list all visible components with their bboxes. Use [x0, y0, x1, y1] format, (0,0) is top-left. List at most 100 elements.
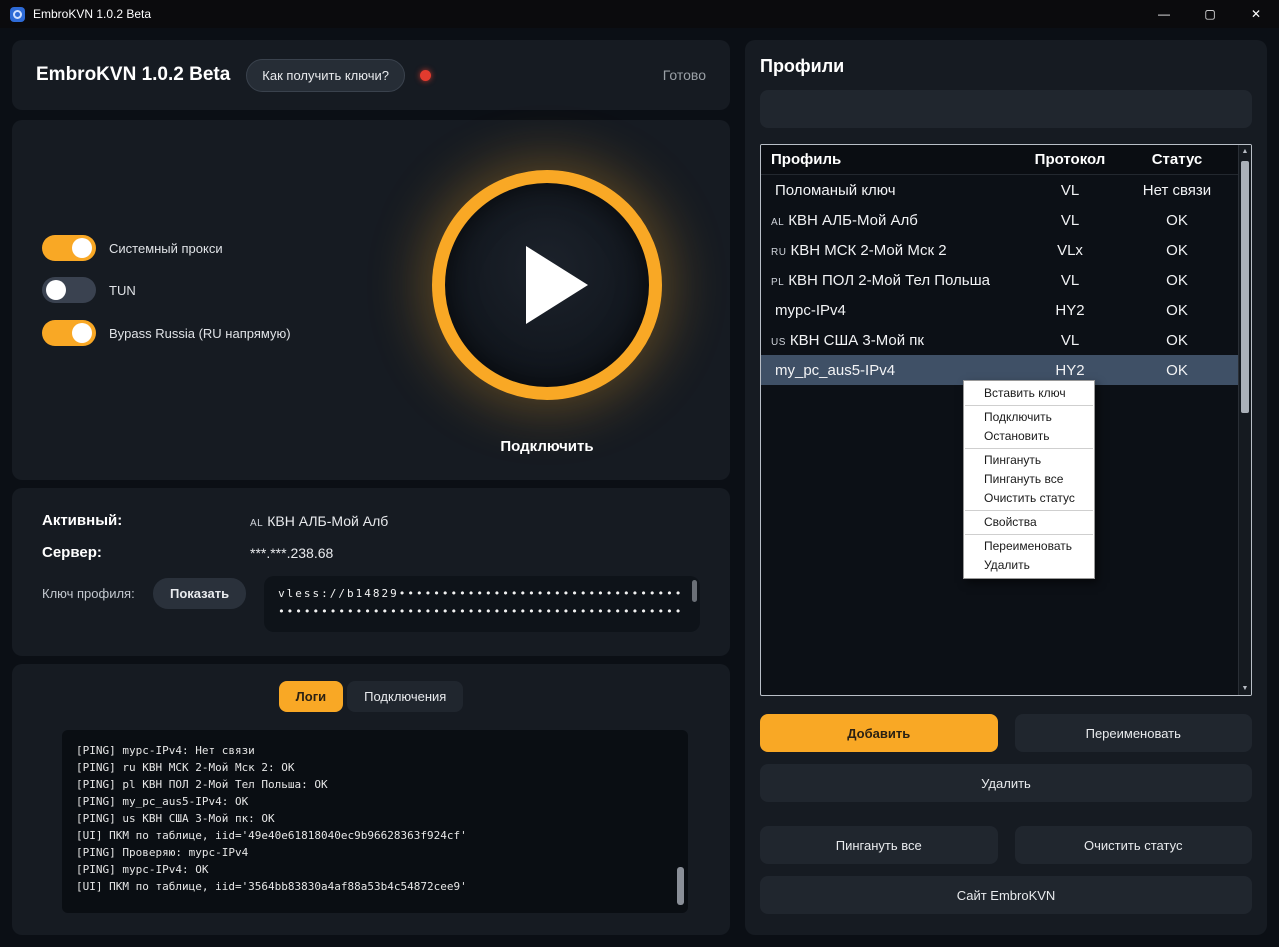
tun-label: TUN: [109, 283, 136, 298]
tab-connections[interactable]: Подключения: [347, 681, 463, 712]
toggle-knob: [46, 280, 66, 300]
site-button[interactable]: Сайт EmbroKVN: [760, 876, 1252, 914]
delete-button[interactable]: Удалить: [760, 764, 1252, 802]
bypass-russia-toggle[interactable]: [42, 320, 96, 346]
minimize-button[interactable]: —: [1141, 0, 1187, 28]
menu-separator: [965, 534, 1093, 535]
window-title: EmbroKVN 1.0.2 Beta: [33, 7, 151, 21]
log-line: [PING] mypc-IPv4: Нет связи: [76, 742, 670, 759]
header-status: Статус: [1116, 151, 1238, 168]
menu-item-rename[interactable]: Переименовать: [964, 537, 1094, 556]
profile-protocol: VL: [1024, 272, 1116, 289]
menu-item-stop[interactable]: Остановить: [964, 427, 1094, 446]
scroll-up-icon[interactable]: ▲: [1239, 148, 1251, 155]
menu-separator: [965, 448, 1093, 449]
log-line: [UI] ПКМ по таблице, iid='3564bb83830a4a…: [76, 878, 670, 895]
menu-item-clear-status[interactable]: Очистить статус: [964, 489, 1094, 508]
table-row[interactable]: mypc-IPv4 HY2 OK: [761, 295, 1251, 325]
table-row[interactable]: ALКВН АЛБ-Мой Алб VL OK: [761, 205, 1251, 235]
profile-name: КВН МСК 2-Мой Мск 2: [790, 242, 946, 259]
logs-panel: Логи Подключения [PING] mypc-IPv4: Нет с…: [12, 664, 730, 935]
profile-protocol: VLx: [1024, 242, 1116, 259]
toggle-row-tun: TUN: [42, 277, 136, 303]
system-proxy-toggle[interactable]: [42, 235, 96, 261]
profile-status: OK: [1116, 242, 1238, 259]
titlebar: EmbroKVN 1.0.2 Beta — ▢ ✕: [0, 0, 1279, 28]
status-dot-icon: [420, 70, 431, 81]
menu-separator: [965, 510, 1093, 511]
menu-item-delete[interactable]: Удалить: [964, 556, 1094, 575]
close-button[interactable]: ✕: [1233, 0, 1279, 28]
menu-item-connect[interactable]: Подключить: [964, 408, 1094, 427]
profile-protocol: VL: [1024, 332, 1116, 349]
toggle-row-system-proxy: Системный прокси: [42, 235, 223, 261]
server-label: Сервер:: [42, 544, 250, 561]
profile-key-box[interactable]: vless://b14829••••••••••••••••••••••••••…: [264, 576, 700, 632]
profile-name: КВН АЛБ-Мой Алб: [788, 212, 918, 229]
toggle-row-bypass-russia: Bypass Russia (RU напрямую): [42, 320, 291, 346]
profiles-title: Профили: [760, 56, 1252, 77]
left-column: EmbroKVN 1.0.2 Beta Как получить ключи? …: [12, 40, 730, 935]
active-row: Активный: ALКВН АЛБ-Мой Алб: [42, 512, 700, 529]
profile-name: Поломаный ключ: [775, 182, 896, 199]
log-line: [UI] ПКМ по таблице, iid='49e40e61818040…: [76, 827, 670, 844]
log-output[interactable]: [PING] mypc-IPv4: Нет связи [PING] ru КВ…: [62, 730, 688, 913]
add-button[interactable]: Добавить: [760, 714, 998, 752]
log-line: [PING] ru КВН МСК 2-Мой Мск 2: OK: [76, 759, 670, 776]
table-header: Профиль Протокол Статус: [761, 145, 1251, 175]
country-prefix: AL: [771, 217, 784, 228]
ping-all-button[interactable]: Пингануть все: [760, 826, 998, 864]
clear-status-button[interactable]: Очистить статус: [1015, 826, 1253, 864]
key-row: Ключ профиля: Показать vless://b14829•••…: [42, 576, 700, 632]
profile-name: my_pc_aus5-IPv4: [775, 362, 895, 379]
profile-status: Нет связи: [1116, 182, 1238, 199]
table-row[interactable]: USКВН США 3-Мой пк VL OK: [761, 325, 1251, 355]
app-header-panel: EmbroKVN 1.0.2 Beta Как получить ключи? …: [12, 40, 730, 110]
country-prefix: PL: [771, 277, 784, 288]
profiles-panel: Профили Профиль Протокол Статус Поломаны…: [745, 40, 1267, 935]
play-icon: [526, 246, 588, 324]
server-row: Сервер: ***.***.238.68: [42, 544, 700, 561]
table-row[interactable]: PLКВН ПОЛ 2-Мой Тел Польша VL OK: [761, 265, 1251, 295]
scroll-down-icon[interactable]: ▼: [1239, 685, 1251, 692]
connect-button[interactable]: [432, 170, 662, 400]
log-line: [PING] mypc-IPv4: OK: [76, 861, 670, 878]
key-line-2: ••••••••••••••••••••••••••••••••••••••••…: [278, 603, 684, 621]
app-title: EmbroKVN 1.0.2 Beta: [36, 64, 230, 86]
profile-status: OK: [1116, 212, 1238, 229]
profile-name: КВН ПОЛ 2-Мой Тел Польша: [788, 272, 990, 289]
tab-logs[interactable]: Логи: [279, 681, 343, 712]
maximize-button[interactable]: ▢: [1187, 0, 1233, 28]
key-scrollbar[interactable]: [692, 580, 697, 602]
menu-item-properties[interactable]: Свойства: [964, 513, 1094, 532]
status-text: Готово: [663, 67, 706, 83]
profile-status: OK: [1116, 332, 1238, 349]
menu-separator: [965, 405, 1093, 406]
country-prefix: AL: [250, 518, 263, 529]
active-value: ALКВН АЛБ-Мой Алб: [250, 513, 388, 529]
log-line: [PING] my_pc_aus5-IPv4: OK: [76, 793, 670, 810]
show-key-button[interactable]: Показать: [153, 578, 246, 609]
connect-label: Подключить: [432, 438, 662, 455]
get-keys-button[interactable]: Как получить ключи?: [246, 59, 405, 92]
menu-item-ping[interactable]: Пингануть: [964, 451, 1094, 470]
server-value: ***.***.238.68: [250, 545, 333, 561]
rename-button[interactable]: Переименовать: [1015, 714, 1253, 752]
main-content: EmbroKVN 1.0.2 Beta Как получить ключи? …: [0, 28, 1279, 947]
table-row[interactable]: Поломаный ключ VL Нет связи: [761, 175, 1251, 205]
log-line: [PING] Проверяю: mypc-IPv4: [76, 844, 670, 861]
profile-search-input[interactable]: [760, 90, 1252, 128]
active-profile-panel: Активный: ALКВН АЛБ-Мой Алб Сервер: ***.…: [12, 488, 730, 656]
app-icon: [10, 7, 25, 22]
log-scrollbar[interactable]: [677, 867, 684, 905]
scrollbar-thumb[interactable]: [1241, 161, 1249, 413]
log-line: [PING] pl КВН ПОЛ 2-Мой Тел Польша: OK: [76, 776, 670, 793]
table-scrollbar[interactable]: ▲ ▼: [1238, 145, 1251, 695]
tun-toggle[interactable]: [42, 277, 96, 303]
header-profile: Профиль: [761, 151, 1024, 168]
profile-protocol: HY2: [1024, 362, 1116, 379]
menu-item-paste-key[interactable]: Вставить ключ: [964, 384, 1094, 403]
table-row[interactable]: RUКВН МСК 2-Мой Мск 2 VLx OK: [761, 235, 1251, 265]
toggle-knob: [72, 323, 92, 343]
menu-item-ping-all[interactable]: Пингануть все: [964, 470, 1094, 489]
